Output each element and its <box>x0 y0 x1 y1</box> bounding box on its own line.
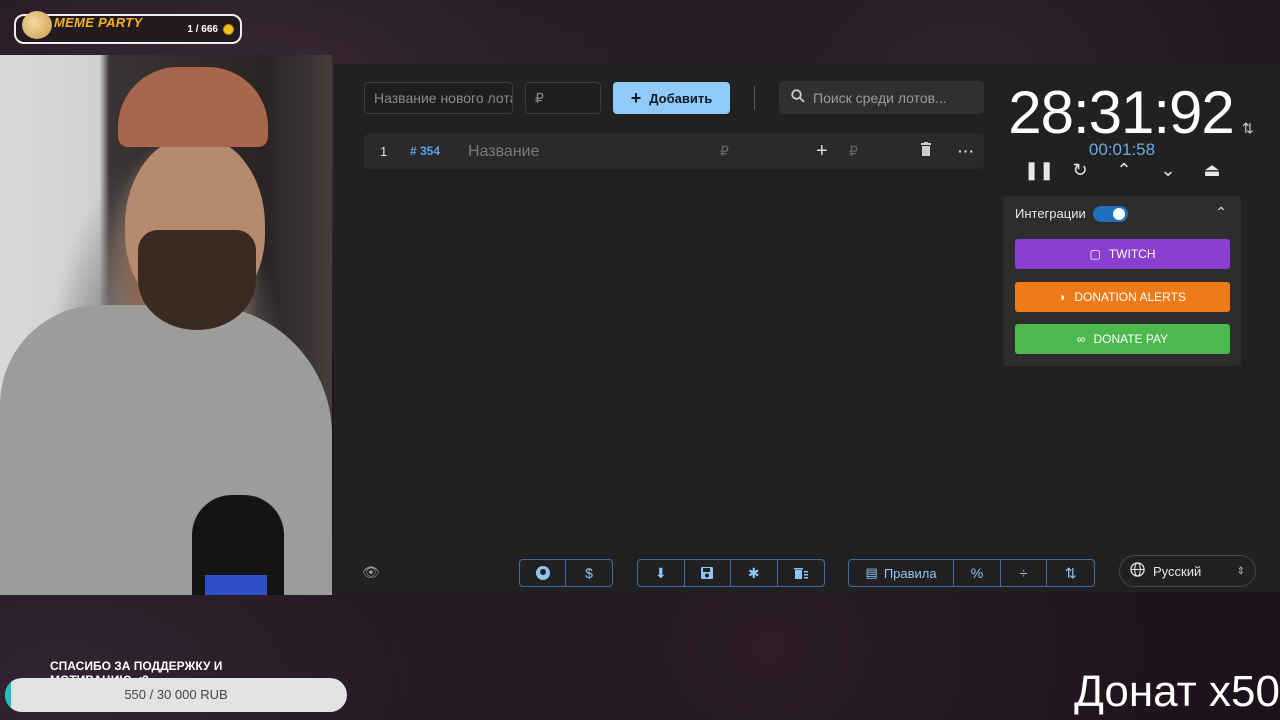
donation-alerts-icon: ◗ <box>1059 290 1067 304</box>
clear-list-icon[interactable] <box>778 560 824 586</box>
integrations-panel: Интеграции ⌃ ▢ TWITCH ◗ DONATION ALERTS … <box>1003 196 1241 366</box>
coin-icon <box>223 24 234 35</box>
meme-party-count: 1 / 666 <box>187 24 218 35</box>
lot-add-amount-input[interactable]: ₽ <box>849 134 858 169</box>
save-icon[interactable] <box>685 560 731 586</box>
data-actions-group: ⬇ ✱ <box>637 559 825 587</box>
donation-alerts-button[interactable]: ◗ DONATION ALERTS <box>1015 282 1230 312</box>
lot-index: 1 <box>380 144 388 159</box>
trash-icon[interactable] <box>920 134 932 169</box>
new-lot-name-input[interactable]: Название нового лота <box>364 82 513 114</box>
bug-icon[interactable]: ✱ <box>731 560 778 586</box>
lot-search-input[interactable]: Поиск среди лотов... <box>779 81 984 114</box>
more-options-icon[interactable]: ··· <box>958 134 975 169</box>
integrations-toggle[interactable] <box>1093 206 1128 222</box>
timer-swap-icon[interactable]: ⇅ <box>1242 120 1262 142</box>
pause-icon[interactable]: ❚❚ <box>1024 160 1054 188</box>
eye-icon[interactable]: 👁 <box>362 564 380 581</box>
sort-icon[interactable]: ⇅ <box>1047 560 1094 586</box>
twitch-button[interactable]: ▢ TWITCH <box>1015 239 1230 269</box>
toolbar-divider <box>754 86 755 110</box>
chevron-up-icon[interactable]: ⌃ <box>1112 160 1136 188</box>
doge-icon <box>22 11 52 39</box>
timer-controls: ❚❚ ↻ ⌃ ⌄ ⏏ <box>1014 160 1234 188</box>
donat-multiplier-text: Донат x50 <box>1074 667 1280 716</box>
microphone-light <box>205 575 267 595</box>
donation-progress-bar: 550 / 30 000 RUB <box>5 678 347 712</box>
lot-add-amount-button[interactable]: + <box>816 134 828 169</box>
eject-icon[interactable]: ⏏ <box>1200 160 1224 188</box>
lot-name-input[interactable]: Название <box>468 134 540 169</box>
dollar-icon[interactable]: $ <box>566 560 612 586</box>
select-arrows-icon: ⇕ <box>1236 565 1245 577</box>
language-label: Русский <box>1153 563 1202 579</box>
language-select[interactable]: Русский ⇕ <box>1119 555 1256 587</box>
donate-pay-button[interactable]: ∞ DONATE PAY <box>1015 324 1230 354</box>
webcam-feed <box>0 55 332 595</box>
integrations-label: Интеграции <box>1015 206 1086 221</box>
rules-label: Правила <box>883 565 937 581</box>
rules-icon: ▤ <box>865 565 878 580</box>
twitch-label: TWITCH <box>1108 247 1156 261</box>
donate-pay-label: DONATE PAY <box>1093 332 1169 346</box>
webcam-person-cap <box>118 67 268 147</box>
chevron-down-icon[interactable]: ⌄ <box>1156 160 1180 188</box>
collapse-chevron-icon[interactable]: ⌃ <box>1215 204 1227 221</box>
twitch-icon: ▢ <box>1089 247 1101 261</box>
github-icon[interactable] <box>520 560 567 586</box>
add-lot-label: Добавить <box>649 90 713 106</box>
meme-party-title: MEME PARTY <box>54 14 143 30</box>
download-icon[interactable]: ⬇ <box>638 560 685 586</box>
settings-group: ▤ Правила % ÷ ⇅ <box>848 559 1095 587</box>
main-timer: 28:31:92 <box>1008 79 1235 146</box>
percent-icon[interactable]: % <box>954 560 1001 586</box>
meme-party-badge: MEME PARTY 1 / 666 <box>14 11 242 44</box>
lot-amount-input[interactable]: ₽ <box>720 134 729 169</box>
search-placeholder: Поиск среди лотов... <box>813 89 947 106</box>
lot-id: # 354 <box>410 144 441 158</box>
auction-app: Название нового лота ₽ + Добавить Поиск … <box>334 64 1280 592</box>
webcam-person-beard <box>138 230 256 330</box>
globe-icon <box>1130 562 1145 580</box>
sub-timer: 00:01:58 <box>1088 140 1156 159</box>
search-icon <box>791 89 805 106</box>
donation-alerts-label: DONATION ALERTS <box>1074 290 1186 304</box>
donate-pay-icon: ∞ <box>1076 332 1086 346</box>
plus-icon: + <box>630 87 642 108</box>
reset-icon[interactable]: ↻ <box>1068 160 1092 188</box>
donation-progress-text: 550 / 30 000 RUB <box>124 687 228 702</box>
new-lot-price-input[interactable]: ₽ <box>525 82 601 114</box>
add-lot-button[interactable]: + Добавить <box>613 82 730 114</box>
divide-icon[interactable]: ÷ <box>1001 560 1048 586</box>
rules-button[interactable]: ▤ Правила <box>849 560 955 586</box>
links-group: $ <box>519 559 613 587</box>
lot-row: 1 # 354 Название ₽ + ₽ ··· <box>364 134 984 169</box>
